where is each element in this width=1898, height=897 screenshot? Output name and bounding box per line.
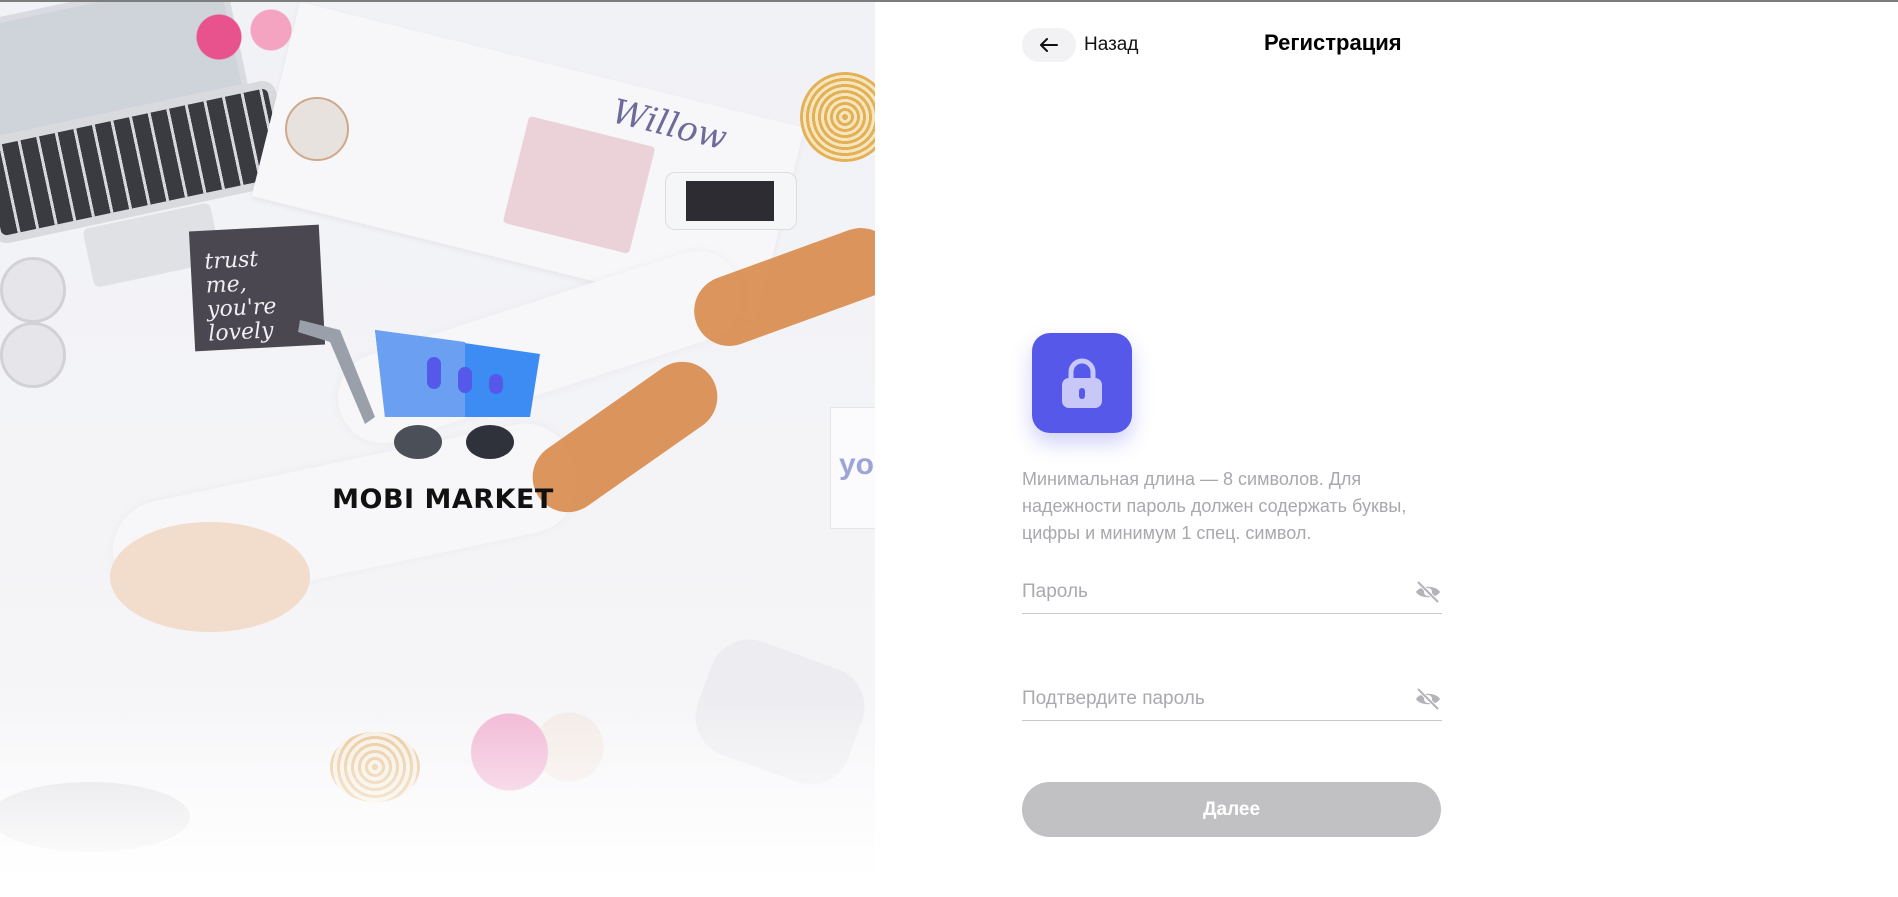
pasta-decoration [800,72,875,162]
mobi-market-logo: MOBI MARKET [290,312,590,522]
hero-image: Willow trust me, you're lovely yo MOBI M… [0,2,875,872]
confirm-password-field [1022,680,1442,721]
eye-off-icon[interactable] [1414,580,1442,604]
back-arrow-icon[interactable] [1022,28,1076,62]
password-input[interactable] [1022,573,1402,611]
card-line: lovely [207,318,275,347]
password-field [1022,573,1442,614]
card-line: trust [203,246,259,275]
brand-name: MOBI MARKET [332,484,554,515]
next-button[interactable]: Далее [1022,782,1441,837]
earbud-decoration [0,257,66,323]
back-button[interactable]: Назад [1022,27,1138,63]
note-text: yo [839,448,875,481]
hero-fade [0,692,875,872]
password-hint: Минимальная длина — 8 символов. Для наде… [1022,469,1407,543]
knee-decoration [110,522,310,632]
back-label[interactable]: Назад [1084,34,1138,56]
page-title: Регистрация [1264,30,1402,55]
lock-icon [1032,333,1132,433]
note-decoration: yo [830,407,875,529]
cart-icon [298,320,540,459]
eye-off-icon[interactable] [1414,687,1442,711]
earbud-decoration [0,322,66,388]
phone-decoration [665,172,797,230]
teapot-decoration [285,97,349,161]
confirm-password-input[interactable] [1022,680,1402,718]
